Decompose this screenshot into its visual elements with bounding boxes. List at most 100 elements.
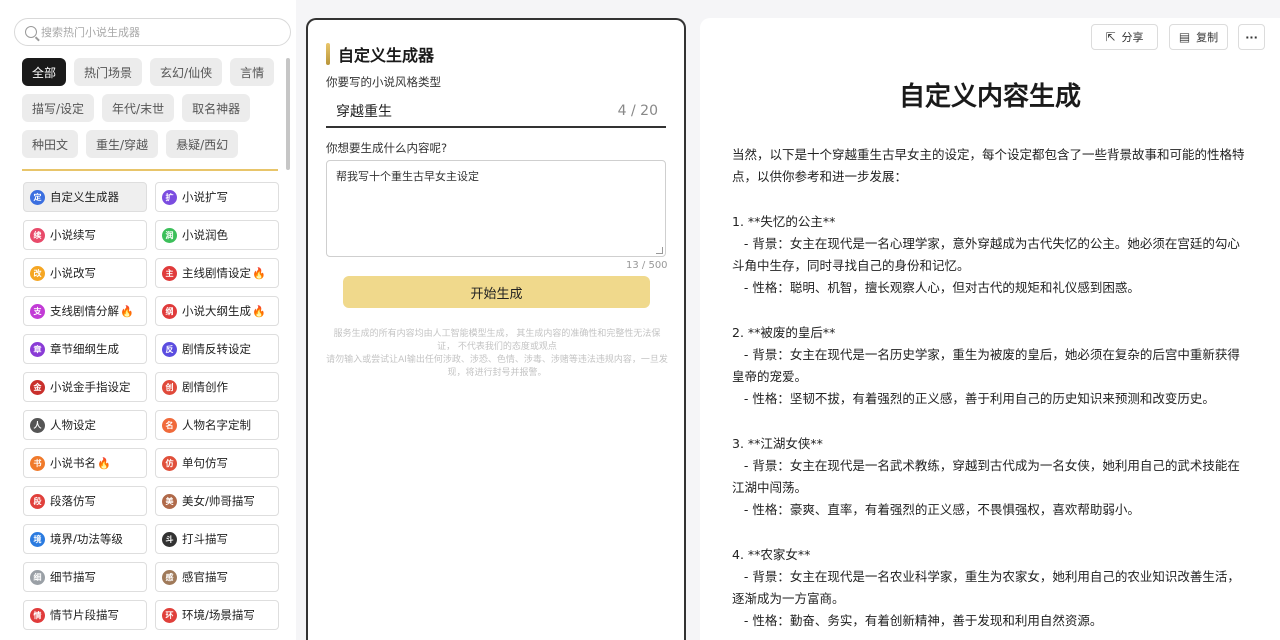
tool-label: 段落仿写 bbox=[50, 494, 96, 508]
tool-label: 剧情创作 bbox=[182, 380, 228, 394]
tool-icon: 段 bbox=[30, 493, 45, 509]
resize-handle[interactable] bbox=[656, 247, 663, 254]
category-chip[interactable]: 悬疑/西幻 bbox=[166, 130, 239, 158]
sidebar: 全部热门场景玄幻/仙侠言情描写/设定年代/末世取名神器种田文重生/穿越悬疑/西幻… bbox=[0, 0, 296, 640]
share-button[interactable]: ⇱ 分享 bbox=[1091, 24, 1158, 50]
more-button[interactable]: ··· bbox=[1238, 24, 1265, 50]
tool-row: 续小说续写润小说润色 bbox=[23, 220, 279, 250]
tool-icon: 纲 bbox=[162, 303, 177, 319]
tool-icon: 情 bbox=[30, 607, 45, 623]
tool-icon: 美 bbox=[162, 493, 177, 509]
result-body: 当然，以下是十个穿越重生古早女主的设定，每个设定都包含了一些背景故事和可能的性格… bbox=[732, 147, 1245, 629]
category-chip[interactable]: 年代/末世 bbox=[102, 94, 175, 122]
search-box[interactable] bbox=[14, 18, 291, 46]
style-input[interactable]: 穿越重生 4 / 20 bbox=[326, 96, 666, 128]
tool-row: 金小说金手指设定创剧情创作 bbox=[23, 372, 279, 402]
category-chip[interactable]: 种田文 bbox=[22, 130, 79, 158]
tool-item[interactable]: 段段落仿写 bbox=[23, 486, 147, 516]
generator-panel: 自定义生成器 你要写的小说风格类型 穿越重生 4 / 20 你想要生成什么内容呢… bbox=[306, 18, 686, 640]
content-label: 你想要生成什么内容呢? bbox=[326, 141, 448, 155]
tool-row: 支支线剧情分解 🔥 纲小说大纲生成 🔥 bbox=[23, 296, 279, 326]
tool-label: 小说改写 bbox=[50, 266, 96, 280]
tool-item[interactable]: 创剧情创作 bbox=[155, 372, 279, 402]
tool-label: 单句仿写 bbox=[182, 456, 228, 470]
category-chip[interactable]: 取名神器 bbox=[182, 94, 251, 122]
tool-label: 环境/场景描写 bbox=[182, 608, 255, 622]
tool-icon: 支 bbox=[30, 303, 45, 319]
tool-row: 境境界/功法等级斗打斗描写 bbox=[23, 524, 279, 554]
tool-item[interactable]: 仿单句仿写 bbox=[155, 448, 279, 478]
tool-item[interactable]: 美美女/帅哥描写 bbox=[155, 486, 279, 516]
category-chip[interactable]: 全部 bbox=[22, 58, 67, 86]
category-chip[interactable]: 言情 bbox=[230, 58, 275, 86]
tool-row: 细细节描写感感官描写 bbox=[23, 562, 279, 592]
tool-label: 小说润色 bbox=[182, 228, 228, 242]
search-input[interactable] bbox=[41, 25, 271, 39]
tool-label: 境界/功法等级 bbox=[50, 532, 123, 546]
category-filters: 全部 热门场景 玄幻/仙侠 言情描写/设定 年代/末世 取名神器种田文 重生/穿越 悬疑/西幻 bbox=[22, 58, 280, 166]
tool-label: 小说书名 bbox=[50, 456, 96, 470]
category-row: 种田文 重生/穿越 悬疑/西幻 bbox=[22, 130, 280, 158]
style-char-count: 4 / 20 bbox=[617, 103, 658, 119]
tool-item[interactable]: 情情节片段描写 bbox=[23, 600, 147, 630]
tool-item[interactable]: 感感官描写 bbox=[155, 562, 279, 592]
tool-icon: 书 bbox=[30, 455, 45, 471]
copy-button[interactable]: ▤ 复制 bbox=[1169, 24, 1228, 50]
disclaimer: 服务生成的所有内容均由人工智能模型生成， 其生成内容的准确性和完整性无法保证， … bbox=[326, 328, 668, 380]
tool-item[interactable]: 境境界/功法等级 bbox=[23, 524, 147, 554]
content-char-count: 13 / 500 bbox=[626, 260, 668, 271]
search-icon bbox=[25, 26, 37, 38]
tool-item[interactable]: 细细节描写 bbox=[23, 562, 147, 592]
tool-item[interactable]: 章章节细纲生成 bbox=[23, 334, 147, 364]
content-textarea[interactable]: 帮我写十个重生古早女主设定 bbox=[326, 160, 666, 257]
fire-icon: 🔥 bbox=[120, 304, 134, 318]
tool-item[interactable]: 金小说金手指设定 bbox=[23, 372, 147, 402]
tool-item[interactable]: 润小说润色 bbox=[155, 220, 279, 250]
style-label: 你要写的小说风格类型 bbox=[326, 75, 441, 89]
tool-row: 人人物设定名人物名字定制 bbox=[23, 410, 279, 440]
tool-label: 情节片段描写 bbox=[50, 608, 119, 622]
tool-item[interactable]: 环环境/场景描写 bbox=[155, 600, 279, 630]
tool-label: 人物设定 bbox=[50, 418, 96, 432]
generator-header: 自定义生成器 bbox=[326, 42, 434, 66]
tool-icon: 人 bbox=[30, 417, 45, 433]
tool-item[interactable]: 续小说续写 bbox=[23, 220, 147, 250]
tool-icon: 扩 bbox=[162, 189, 177, 205]
tool-list: 定自定义生成器扩小说扩写续小说续写润小说润色改小说改写主主线剧情设定 🔥 支支线剧情… bbox=[23, 182, 279, 638]
category-chip[interactable]: 描写/设定 bbox=[22, 94, 95, 122]
category-divider bbox=[22, 169, 278, 171]
tool-label: 支线剧情分解 bbox=[50, 304, 119, 318]
tool-item[interactable]: 改小说改写 bbox=[23, 258, 147, 288]
tool-icon: 润 bbox=[162, 227, 177, 243]
tool-item[interactable]: 扩小说扩写 bbox=[155, 182, 279, 212]
tool-item[interactable]: 书小说书名 🔥 bbox=[23, 448, 147, 478]
tool-item[interactable]: 斗打斗描写 bbox=[155, 524, 279, 554]
tool-row: 章章节细纲生成反剧情反转设定 bbox=[23, 334, 279, 364]
category-chip[interactable]: 热门场景 bbox=[74, 58, 143, 86]
tool-row: 段段落仿写美美女/帅哥描写 bbox=[23, 486, 279, 516]
tool-label: 章节细纲生成 bbox=[50, 342, 119, 356]
result-title: 自定义内容生成 bbox=[898, 82, 1081, 112]
generate-button[interactable]: 开始生成 bbox=[343, 276, 650, 308]
tool-label: 小说金手指设定 bbox=[50, 380, 131, 394]
tool-row: 情情节片段描写环环境/场景描写 bbox=[23, 600, 279, 630]
tool-label: 自定义生成器 bbox=[50, 190, 119, 204]
category-chip[interactable]: 重生/穿越 bbox=[86, 130, 159, 158]
tool-item[interactable]: 支支线剧情分解 🔥 bbox=[23, 296, 147, 326]
tool-icon: 斗 bbox=[162, 531, 177, 547]
tool-item[interactable]: 反剧情反转设定 bbox=[155, 334, 279, 364]
sidebar-scrollbar[interactable] bbox=[286, 58, 290, 170]
tool-icon: 主 bbox=[162, 265, 177, 281]
fire-icon: 🔥 bbox=[97, 456, 111, 470]
tool-item[interactable]: 人人物设定 bbox=[23, 410, 147, 440]
tool-item[interactable]: 定自定义生成器 bbox=[23, 182, 147, 212]
tool-item[interactable]: 主主线剧情设定 🔥 bbox=[155, 258, 279, 288]
tool-row: 定自定义生成器扩小说扩写 bbox=[23, 182, 279, 212]
tool-item[interactable]: 纲小说大纲生成 🔥 bbox=[155, 296, 279, 326]
tool-label: 感官描写 bbox=[182, 570, 228, 584]
category-chip[interactable]: 玄幻/仙侠 bbox=[150, 58, 223, 86]
tool-label: 小说续写 bbox=[50, 228, 96, 242]
tool-icon: 反 bbox=[162, 341, 177, 357]
tool-item[interactable]: 名人物名字定制 bbox=[155, 410, 279, 440]
tool-icon: 改 bbox=[30, 265, 45, 281]
